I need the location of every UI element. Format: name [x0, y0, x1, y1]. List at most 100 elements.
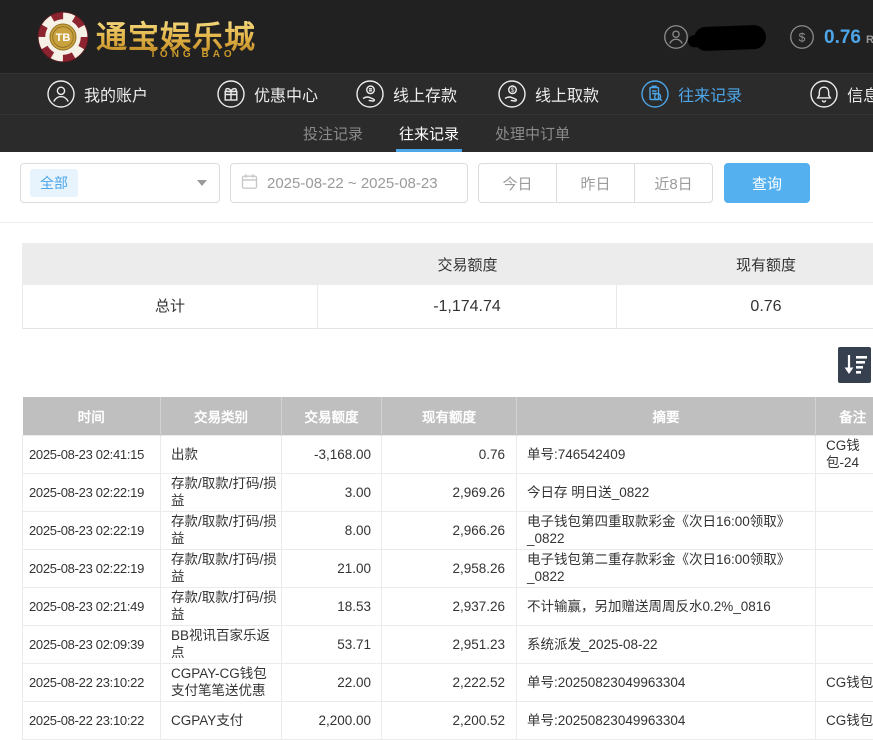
cell-time: 2025-08-23 02:21:49: [23, 587, 161, 625]
table-row: 2025-08-23 02:22:19 存款/取款/打码/损益 21.00 2,…: [23, 549, 873, 587]
cell-balance: 2,200.52: [382, 701, 517, 739]
cell-summary: 单号:20250823049963304: [517, 663, 816, 701]
nav-item-messages[interactable]: 信息公告: [809, 79, 873, 109]
sort-descending-button[interactable]: [838, 347, 871, 383]
cell-amount: 22.00: [282, 663, 382, 701]
cell-type: 存款/取款/打码/损益: [161, 511, 282, 549]
account-balance[interactable]: 0.76: [824, 27, 861, 49]
cell-remark: [816, 473, 873, 511]
nav-item-transaction-records[interactable]: 往来记录: [640, 79, 742, 109]
top-header: TB 通宝娱乐城 TONG BAO $ 0.76 R: [0, 0, 873, 73]
balance-coin-icon[interactable]: $: [789, 24, 815, 55]
bell-icon: [809, 79, 839, 109]
table-row: 2025-08-22 23:10:22 CGPAY支付 2,200.00 2,2…: [23, 701, 873, 739]
chevron-down-icon: [197, 180, 207, 186]
table-row: 2025-08-22 23:10:22 CGPAY-CG钱包支付笔笔送优惠 22…: [23, 663, 873, 701]
cell-balance: 2,958.26: [382, 549, 517, 587]
tab-pending-orders[interactable]: 处理中订单: [491, 115, 574, 152]
cell-remark: [816, 549, 873, 587]
sort-descending-icon: [838, 347, 871, 383]
cell-type: 存款/取款/打码/损益: [161, 473, 282, 511]
cell-amount: 53.71: [282, 625, 382, 663]
nav-label: 线上存款: [393, 82, 457, 106]
cell-type: CGPAY支付: [161, 701, 282, 739]
withdraw-icon: $: [497, 79, 527, 109]
cell-summary: 电子钱包第四重取款彩金《次日16:00领取》_0822: [517, 511, 816, 549]
date-range-value: 2025-08-22 ~ 2025-08-23: [267, 175, 438, 192]
cell-amount: 8.00: [282, 511, 382, 549]
cell-amount: 3.00: [282, 473, 382, 511]
col-header-summary: 摘要: [517, 397, 816, 435]
cell-amount: -3,168.00: [282, 435, 382, 473]
cell-balance: 2,937.26: [382, 587, 517, 625]
deposit-icon: [355, 79, 385, 109]
cell-remark: CG钱包: [816, 663, 873, 701]
cell-type: CGPAY-CG钱包支付笔笔送优惠: [161, 663, 282, 701]
section-divider: [0, 222, 873, 223]
table-header-row: 时间 交易类别 交易额度 现有额度 摘要 备注: [23, 397, 873, 435]
nav-item-promotions[interactable]: 优惠中心: [216, 79, 318, 109]
sub-tabbar: 投注记录 往来记录 处理中订单: [0, 114, 873, 152]
svg-text:TB: TB: [56, 32, 71, 44]
cell-summary: 系统派发_2025-08-22: [517, 625, 816, 663]
tab-betting-records[interactable]: 投注记录: [299, 115, 367, 152]
table-row: 2025-08-23 02:22:19 存款/取款/打码/损益 8.00 2,9…: [23, 511, 873, 549]
gift-icon: [216, 79, 246, 109]
cell-amount: 2,200.00: [282, 701, 382, 739]
cell-type: 存款/取款/打码/损益: [161, 587, 282, 625]
summary-total-row: 总计 -1,174.74 0.76: [22, 285, 873, 329]
nav-label: 信息公告: [847, 82, 873, 106]
quick-date-buttons: 今日 昨日 近8日: [478, 163, 713, 203]
today-button[interactable]: 今日: [478, 163, 557, 203]
cell-amount: 21.00: [282, 549, 382, 587]
redacted-username: [694, 25, 767, 51]
cell-time: 2025-08-23 02:22:19: [23, 473, 161, 511]
nav-item-deposit[interactable]: 线上存款: [355, 79, 457, 109]
cell-amount: 18.53: [282, 587, 382, 625]
col-header-type: 交易类别: [161, 397, 282, 435]
main-nav: 我的账户 优惠中心 线上存款 $ 线上取款: [0, 73, 873, 114]
casino-chip-logo-icon[interactable]: TB: [36, 10, 90, 69]
yesterday-button[interactable]: 昨日: [556, 163, 635, 203]
svg-text:$: $: [799, 30, 806, 44]
nav-item-withdraw[interactable]: $ 线上取款: [497, 79, 599, 109]
summary-header-balance: 现有额度: [617, 254, 873, 275]
search-button[interactable]: 查询: [724, 163, 810, 203]
type-filter-chip[interactable]: 全部: [30, 169, 78, 197]
user-avatar-icon[interactable]: [663, 24, 689, 55]
cell-balance: 2,222.52: [382, 663, 517, 701]
calendar-icon: [241, 173, 258, 194]
cell-type: 出款: [161, 435, 282, 473]
tab-transaction-records[interactable]: 往来记录: [395, 115, 463, 152]
cell-time: 2025-08-23 02:09:39: [23, 625, 161, 663]
date-range-picker[interactable]: 2025-08-22 ~ 2025-08-23: [230, 163, 468, 203]
last-8-days-button[interactable]: 近8日: [634, 163, 713, 203]
summary-header-transaction: 交易额度: [318, 254, 617, 275]
records-icon: [640, 79, 670, 109]
site-subtitle: TONG BAO: [150, 49, 236, 60]
cell-remark: CG钱包-24: [816, 435, 873, 473]
nav-label: 我的账户: [84, 82, 148, 106]
nav-label: 往来记录: [678, 82, 742, 106]
svg-text:$: $: [511, 87, 515, 94]
cell-summary: 不计输赢，另加赠送周周反水0.2%_0816: [517, 587, 816, 625]
col-header-balance: 现有额度: [382, 397, 517, 435]
cell-time: 2025-08-22 23:10:22: [23, 663, 161, 701]
type-filter-select[interactable]: 全部: [20, 163, 220, 203]
cell-time: 2025-08-23 02:22:19: [23, 511, 161, 549]
account-icon: [46, 79, 76, 109]
col-header-time: 时间: [23, 397, 161, 435]
cell-remark: [816, 625, 873, 663]
cell-balance: 2,951.23: [382, 625, 517, 663]
cell-time: 2025-08-23 02:22:19: [23, 549, 161, 587]
balance-currency: R: [866, 34, 873, 46]
table-row: 2025-08-23 02:09:39 BB视讯百家乐返点 53.71 2,95…: [23, 625, 873, 663]
table-row: 2025-08-23 02:41:15 出款 -3,168.00 0.76 单号…: [23, 435, 873, 473]
cell-balance: 2,966.26: [382, 511, 517, 549]
nav-item-my-account[interactable]: 我的账户: [46, 79, 148, 109]
cell-summary: 单号:746542409: [517, 435, 816, 473]
cell-summary: 电子钱包第二重存款彩金《次日16:00领取》_0822: [517, 549, 816, 587]
cell-time: 2025-08-22 23:10:22: [23, 701, 161, 739]
table-row: 2025-08-23 02:22:19 存款/取款/打码/损益 3.00 2,9…: [23, 473, 873, 511]
cell-time: 2025-08-23 02:41:15: [23, 435, 161, 473]
